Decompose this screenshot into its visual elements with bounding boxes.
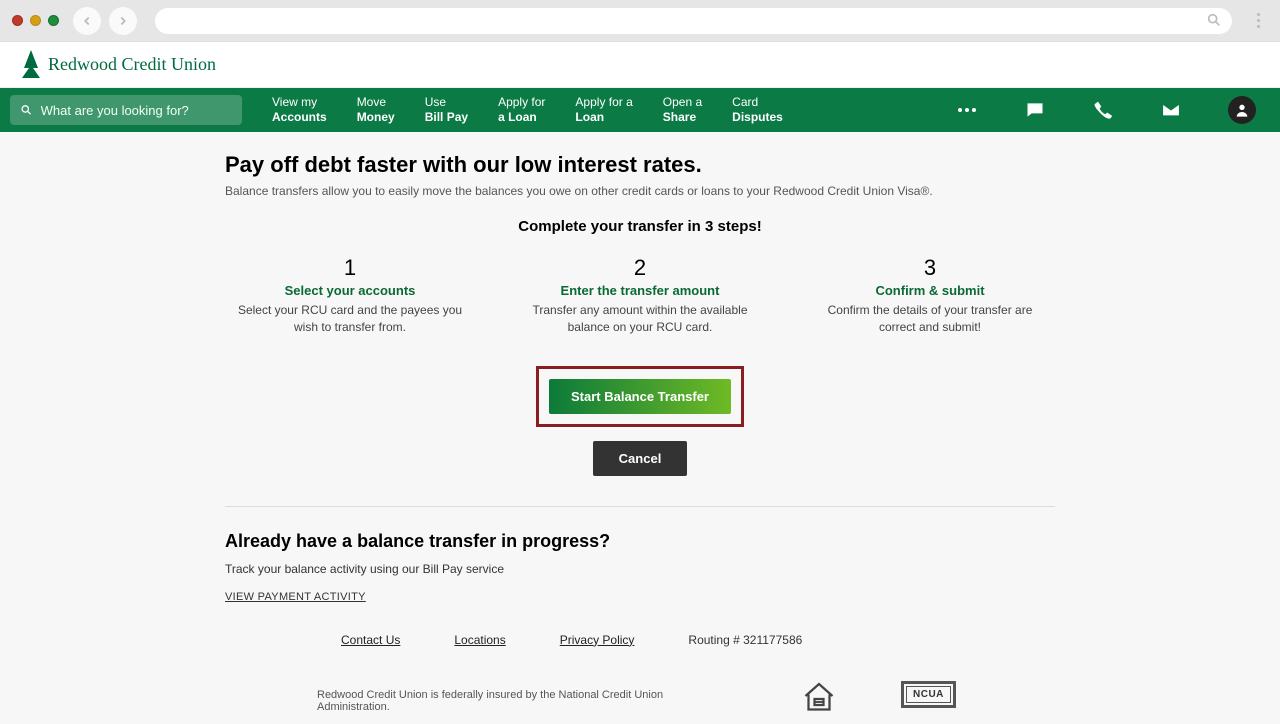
mail-button[interactable]	[1160, 99, 1182, 121]
step-number: 1	[225, 255, 475, 281]
brand-header: Redwood Credit Union	[0, 42, 1280, 88]
routing-number: Routing # 321177586	[688, 633, 802, 647]
steps-row: 1 Select your accounts Select your RCU c…	[225, 255, 1055, 336]
mail-icon	[1161, 100, 1181, 120]
page-subtitle: Balance transfers allow you to easily mo…	[225, 184, 1055, 198]
step-desc: Confirm the details of your transfer are…	[805, 302, 1055, 336]
page-body: Pay off debt faster with our low interes…	[0, 132, 1280, 724]
step-name: Enter the transfer amount	[515, 283, 765, 298]
step-name: Select your accounts	[225, 283, 475, 298]
step-desc: Select your RCU card and the payees you …	[225, 302, 475, 336]
call-button[interactable]	[1092, 99, 1114, 121]
tree-icon	[20, 50, 42, 80]
nav-move-money[interactable]: MoveMoney	[357, 95, 395, 125]
phone-icon	[1093, 100, 1113, 120]
highlight-frame: Start Balance Transfer	[536, 366, 744, 427]
window-controls	[12, 15, 59, 26]
equal-housing-seal	[797, 681, 841, 714]
nav-items: View myAccounts MoveMoney UseBill Pay Ap…	[272, 95, 783, 125]
step-number: 3	[805, 255, 1055, 281]
footer-contact-us[interactable]: Contact Us	[341, 633, 400, 647]
ncua-seal: NCUA	[901, 681, 956, 708]
nav-view-accounts[interactable]: View myAccounts	[272, 95, 327, 125]
minimize-window[interactable]	[30, 15, 41, 26]
brand-name: Redwood Credit Union	[48, 54, 216, 75]
divider	[225, 506, 1055, 507]
search-icon	[20, 103, 33, 117]
step-3: 3 Confirm & submit Confirm the details o…	[805, 255, 1055, 336]
footer-privacy-policy[interactable]: Privacy Policy	[560, 633, 635, 647]
in-progress-heading: Already have a balance transfer in progr…	[225, 531, 1055, 552]
more-menu[interactable]	[956, 99, 978, 121]
nav-apply-loan-2[interactable]: Apply for aLoan	[575, 95, 632, 125]
person-icon	[1234, 102, 1250, 118]
search-input[interactable]	[41, 103, 232, 118]
main-nav: View myAccounts MoveMoney UseBill Pay Ap…	[0, 88, 1280, 132]
ellipsis-icon	[958, 108, 976, 112]
step-2: 2 Enter the transfer amount Transfer any…	[515, 255, 765, 336]
cancel-button[interactable]: Cancel	[593, 441, 688, 476]
footer-bottom: Redwood Credit Union is federally insure…	[225, 681, 1055, 714]
page-title: Pay off debt faster with our low interes…	[225, 152, 1055, 178]
step-name: Confirm & submit	[805, 283, 1055, 298]
house-icon	[797, 681, 841, 711]
close-window[interactable]	[12, 15, 23, 26]
search-icon	[1206, 12, 1222, 31]
step-1: 1 Select your accounts Select your RCU c…	[225, 255, 475, 336]
footer: Contact Us Locations Privacy Policy Rout…	[225, 633, 1055, 724]
browser-menu[interactable]	[1248, 13, 1268, 28]
view-payment-activity-link[interactable]: VIEW PAYMENT ACTIVITY	[225, 591, 366, 603]
profile-button[interactable]	[1228, 96, 1256, 124]
arrow-right-icon	[116, 14, 130, 28]
footer-locations[interactable]: Locations	[454, 633, 505, 647]
chat-icon	[1025, 100, 1045, 120]
step-desc: Transfer any amount within the available…	[515, 302, 765, 336]
messages-button[interactable]	[1024, 99, 1046, 121]
arrow-left-icon	[80, 14, 94, 28]
step-number: 2	[515, 255, 765, 281]
footer-insured-text: Redwood Credit Union is federally insure…	[317, 681, 737, 713]
back-button[interactable]	[73, 7, 101, 35]
in-progress-sub: Track your balance activity using our Bi…	[225, 562, 1055, 576]
cta-area: Start Balance Transfer Cancel	[225, 366, 1055, 476]
footer-links: Contact Us Locations Privacy Policy Rout…	[225, 633, 1055, 647]
browser-chrome	[0, 0, 1280, 42]
start-balance-transfer-button[interactable]: Start Balance Transfer	[549, 379, 731, 414]
content: Pay off debt faster with our low interes…	[225, 152, 1055, 603]
nav-card-disputes[interactable]: CardDisputes	[732, 95, 783, 125]
ncua-label: NCUA	[906, 686, 951, 703]
forward-button[interactable]	[109, 7, 137, 35]
nav-bill-pay[interactable]: UseBill Pay	[425, 95, 468, 125]
steps-heading: Complete your transfer in 3 steps!	[225, 218, 1055, 235]
nav-right	[956, 96, 1270, 124]
nav-open-share[interactable]: Open aShare	[663, 95, 702, 125]
nav-apply-loan-1[interactable]: Apply fora Loan	[498, 95, 545, 125]
brand-logo[interactable]: Redwood Credit Union	[20, 50, 216, 80]
site-search[interactable]	[10, 95, 242, 125]
maximize-window[interactable]	[48, 15, 59, 26]
url-bar[interactable]	[155, 8, 1232, 34]
